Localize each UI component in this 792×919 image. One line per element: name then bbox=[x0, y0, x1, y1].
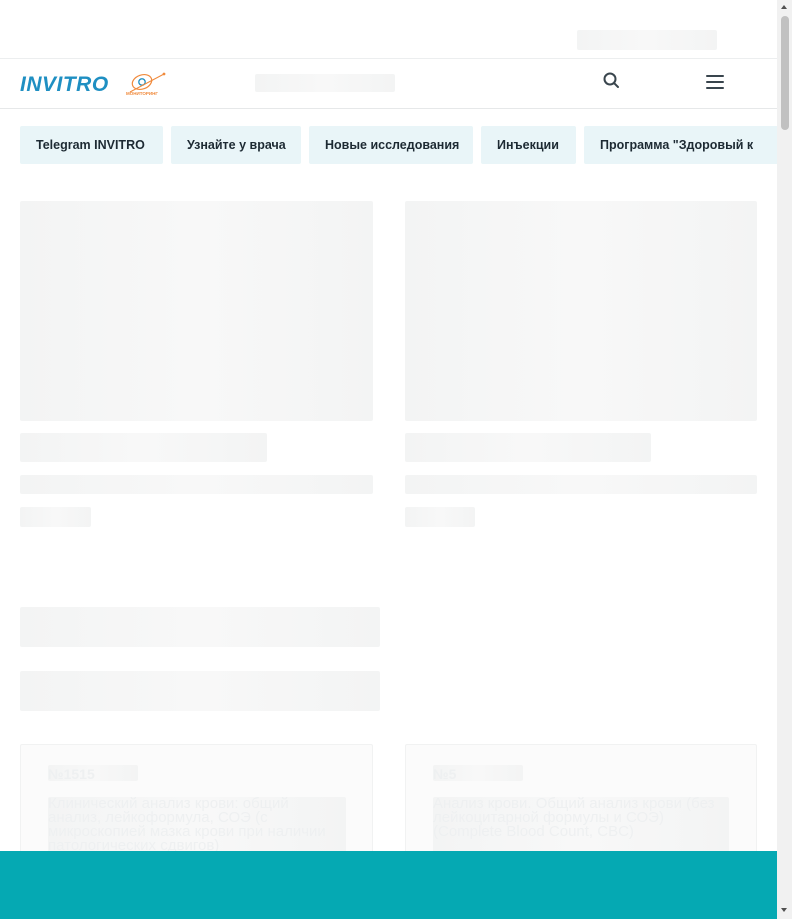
hamburger-menu-button[interactable] bbox=[704, 71, 728, 93]
quick-links-bar: Telegram INVITRO Узнайте у врача Новые и… bbox=[20, 126, 777, 164]
city-selector-placeholder[interactable] bbox=[577, 30, 717, 50]
scroll-down-arrow-icon[interactable] bbox=[781, 908, 787, 912]
logo-wordmark: INVITRO bbox=[20, 73, 109, 96]
scrollbar-thumb[interactable] bbox=[781, 16, 789, 130]
promo-card-tag-placeholder bbox=[405, 507, 475, 527]
analysis-title: Клинический анализ крови: общий анализ, … bbox=[48, 795, 326, 854]
promo-card-title-placeholder bbox=[405, 433, 651, 462]
scroll-up-arrow-icon[interactable] bbox=[781, 5, 787, 9]
logo-subtitle: МОНИТОРИНГ bbox=[126, 91, 158, 96]
promo-card-text-placeholder bbox=[20, 475, 373, 494]
vertical-scrollbar[interactable] bbox=[777, 0, 792, 919]
chip-telegram[interactable]: Telegram INVITRO bbox=[20, 126, 163, 164]
promo-card-image-placeholder bbox=[405, 201, 757, 421]
page: INVITRO МОНИТОРИНГ Telegram INVITRO Узна… bbox=[0, 0, 777, 919]
promo-card-image-placeholder bbox=[20, 201, 373, 421]
analysis-number: №1515 bbox=[48, 766, 95, 782]
analysis-title: Анализ крови. Общий анализ крови (без ле… bbox=[433, 795, 715, 840]
menu-line bbox=[706, 75, 724, 77]
promo-card-text-placeholder bbox=[405, 475, 757, 494]
sticky-bottom-bar[interactable] bbox=[0, 851, 777, 919]
chip-injections[interactable]: Инъекции bbox=[481, 126, 576, 164]
search-button[interactable] bbox=[600, 70, 622, 92]
analysis-number: №5 bbox=[433, 766, 457, 782]
chip-healthy-program[interactable]: Программа "Здоровый к bbox=[584, 126, 777, 164]
section-subheading-placeholder bbox=[20, 671, 380, 711]
promo-card-title-placeholder bbox=[20, 433, 267, 462]
chip-ask-doctor[interactable]: Узнайте у врача bbox=[171, 126, 301, 164]
promo-card-tag-placeholder bbox=[20, 507, 91, 527]
menu-line bbox=[706, 87, 724, 89]
section-heading-placeholder bbox=[20, 607, 380, 647]
header-nav-placeholder bbox=[255, 74, 395, 92]
top-utility-bar bbox=[0, 0, 777, 59]
invitro-logo[interactable]: INVITRO МОНИТОРИНГ bbox=[20, 70, 170, 98]
chip-new-research[interactable]: Новые исследования bbox=[309, 126, 473, 164]
monitoring-logo-icon: МОНИТОРИНГ bbox=[126, 72, 166, 96]
menu-line bbox=[706, 81, 724, 83]
search-icon bbox=[603, 72, 619, 88]
